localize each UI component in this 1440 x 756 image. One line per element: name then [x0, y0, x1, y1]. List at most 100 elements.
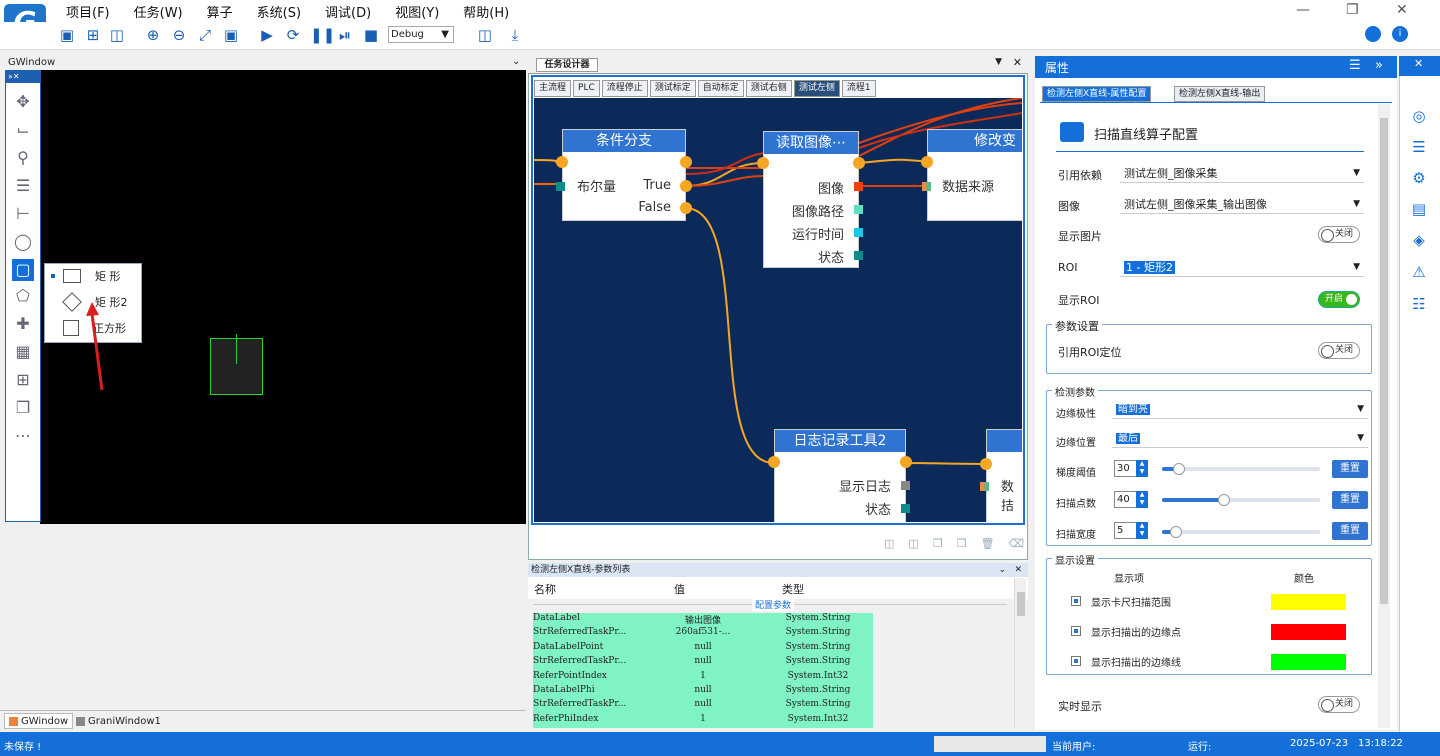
port-square[interactable]	[556, 182, 565, 191]
show-roi-toggle[interactable]: 开启	[1318, 291, 1360, 308]
show-image-toggle[interactable]: 关闭	[1318, 226, 1360, 243]
menu-help[interactable]: 帮助(H)	[463, 2, 509, 21]
table-row[interactable]: StrReferredTaskPr... 260af531-... System.S…	[533, 627, 873, 642]
copy-icon[interactable]: ❐	[933, 537, 943, 550]
menu-debug[interactable]: 调试(D)	[325, 2, 371, 21]
menu-icon[interactable]: ☰	[1349, 58, 1361, 73]
circle-icon[interactable]: ◯	[12, 231, 34, 253]
stop-icon[interactable]: ■	[362, 26, 380, 44]
run-icon[interactable]: ▶	[258, 26, 276, 44]
polarity-select[interactable]: 暗到亮 ▼	[1112, 401, 1368, 419]
stepper-icon[interactable]: ▲ ▼	[1136, 522, 1148, 539]
align-icon[interactable]: ◫	[884, 537, 894, 550]
new-icon[interactable]: ⊞	[84, 26, 102, 44]
node-condition-branch[interactable]: 条件分支 布尔量 True False	[562, 129, 686, 221]
table-row[interactable]: StrReferredTaskPr... null System.String	[533, 656, 873, 671]
pin-icon[interactable]: ⌄	[998, 563, 1006, 577]
close-icon[interactable]: ✕	[1013, 56, 1022, 69]
polygon-icon[interactable]: ⬠	[12, 285, 34, 307]
table-row[interactable]: DataLabel 输出图像 System.String	[533, 613, 873, 628]
close-icon[interactable]: ✕	[1014, 563, 1022, 577]
split-icon[interactable]: ◫	[476, 26, 494, 44]
tab-test-right[interactable]: 测试右侧	[745, 79, 792, 97]
add-region-icon[interactable]: ⊞	[12, 369, 34, 391]
port-dot[interactable]	[680, 156, 692, 168]
checklist-icon[interactable]: ☰	[1409, 137, 1429, 157]
ref-roi-toggle[interactable]: 关闭	[1318, 342, 1360, 359]
col-value[interactable]: 值	[674, 581, 685, 597]
node-log-tool[interactable]: 日志记录工具2 显示日志 状态	[774, 429, 906, 522]
color-swatch[interactable]	[1271, 654, 1346, 670]
ruler-icon[interactable]: ☰	[12, 175, 34, 197]
port-square[interactable]	[854, 205, 863, 214]
tab-auto-calib[interactable]: 自动标定	[697, 79, 744, 97]
table-row[interactable]: ReferPhiIndex 1 System.Int32	[533, 713, 873, 729]
magnifier-icon[interactable]: ⚲	[12, 147, 34, 169]
tab-property-config[interactable]: 检测左侧X直线-属性配置	[1042, 86, 1152, 102]
flow-canvas[interactable]: 条件分支 布尔量 True False 读取图像⋯ 图像 图像路径 运行时间 状…	[534, 98, 1022, 522]
scroll-thumb[interactable]	[1017, 592, 1025, 616]
port-square[interactable]	[901, 504, 910, 513]
save-icon[interactable]: ▣	[58, 26, 76, 44]
port-dot[interactable]	[768, 456, 780, 468]
restore-icon[interactable]: ❐	[1346, 2, 1359, 18]
realtime-toggle[interactable]: 关闭	[1318, 696, 1360, 713]
pause-icon[interactable]: ❚❚	[310, 26, 335, 44]
shape-item-rectangle[interactable]: 矩 形	[51, 265, 141, 287]
close-icon[interactable]: ✕	[1414, 57, 1423, 70]
minimize-icon[interactable]: —	[1296, 2, 1310, 18]
tab-graniwindow1[interactable]: GraniWindow1	[72, 713, 165, 729]
pin-icon[interactable]: ⌄	[512, 56, 520, 67]
settings-list-icon[interactable]: ⚙	[1409, 168, 1429, 188]
panel-icon[interactable]: ▤	[1409, 199, 1429, 219]
slider-knob[interactable]	[1217, 494, 1230, 506]
more-icon[interactable]: ⋯	[12, 425, 34, 447]
axis-icon[interactable]: ⌙	[12, 119, 34, 141]
port-square[interactable]	[854, 251, 863, 260]
ref-dep-select[interactable]: 测试左侧_图像采集 ▼	[1120, 165, 1364, 183]
points-slider[interactable]	[1162, 494, 1320, 506]
roi-select[interactable]: 1 - 矩形2 ▼	[1120, 259, 1364, 277]
menu-project[interactable]: 项目(F)	[66, 2, 110, 21]
width-slider[interactable]	[1162, 526, 1320, 538]
loop-icon[interactable]: ⟳	[284, 26, 302, 44]
port-dot[interactable]	[921, 156, 933, 168]
col-type[interactable]: 类型	[782, 581, 804, 597]
port-square[interactable]	[922, 182, 931, 191]
zoom-out-icon[interactable]: ⊖	[170, 26, 188, 44]
color-swatch[interactable]	[1271, 624, 1346, 640]
scroll-thumb[interactable]	[1380, 118, 1388, 604]
measure-icon[interactable]: ⊢	[12, 203, 34, 225]
node-modify-variable[interactable]: 修改变 数据来源	[927, 129, 1022, 221]
region-icon[interactable]: ▦	[12, 341, 34, 363]
target-icon[interactable]: ◎	[1409, 106, 1429, 126]
download-icon[interactable]: ⤓	[506, 26, 524, 44]
gradient-reset-button[interactable]: 重置	[1332, 460, 1368, 478]
tab-flow-stop[interactable]: 流程停止	[601, 79, 648, 97]
tab-main-flow[interactable]: 主流程	[534, 79, 572, 97]
zoom-in-icon[interactable]: ⊕	[144, 26, 162, 44]
tab-test-left[interactable]: 测试左侧	[793, 79, 840, 97]
crosshair-icon[interactable]: ✚	[12, 313, 34, 335]
table-row[interactable]: DataLabelPoint null System.String	[533, 641, 873, 657]
table-row[interactable]: StrReferredTaskPr... null System.String	[533, 699, 873, 714]
menu-task[interactable]: 任务(W)	[134, 2, 183, 21]
chevron-down-icon[interactable]: ▼	[995, 57, 1002, 67]
port-square[interactable]	[854, 182, 863, 191]
tab-output[interactable]: 检测左侧X直线-输出	[1174, 86, 1266, 102]
param-scrollbar[interactable]	[1014, 578, 1026, 728]
rectangle-tool-icon[interactable]: ▢	[12, 259, 34, 281]
mode-select[interactable]: Debug ▼	[388, 26, 454, 43]
clear-icon[interactable]: ⌫	[1009, 537, 1025, 550]
menu-view[interactable]: 视图(Y)	[395, 2, 439, 21]
port-dot[interactable]	[853, 157, 865, 169]
node-read-image[interactable]: 读取图像⋯ 图像 图像路径 运行时间 状态	[763, 131, 859, 268]
port-dot[interactable]	[680, 202, 692, 214]
display-checkbox[interactable]	[1071, 596, 1081, 606]
fit-icon[interactable]: ⤢	[196, 26, 214, 44]
port-dot[interactable]	[900, 456, 912, 468]
tab-flow1[interactable]: 流程1	[841, 79, 876, 97]
port-square[interactable]	[901, 481, 910, 490]
table-row[interactable]: DataLabelPhi null System.String	[533, 684, 873, 700]
paste-icon[interactable]: ❐	[957, 537, 967, 550]
